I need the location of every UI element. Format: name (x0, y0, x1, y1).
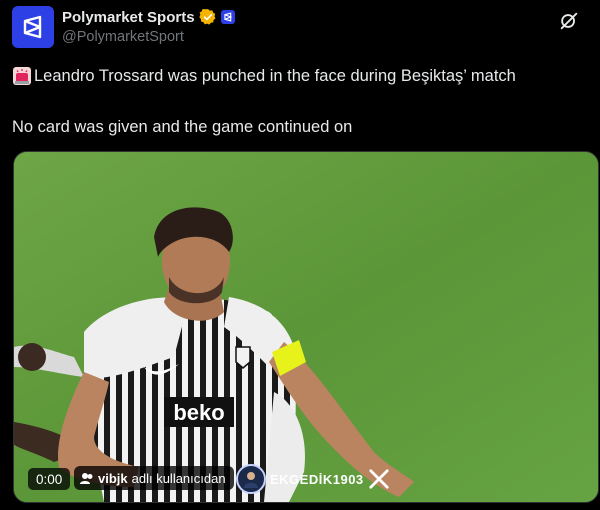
siren-icon (13, 67, 31, 85)
watermark-avatar (236, 464, 266, 494)
credit-suffix: adlı kullanıcıdan (131, 470, 226, 486)
credit-username: vibjk (98, 470, 128, 486)
video-player[interactable]: beko 0:00 vibjk adlı kullanıcıdan EKGEDİ… (13, 151, 599, 503)
video-frame: beko (14, 152, 598, 502)
video-watermark: EKGEDİK1903 (236, 464, 390, 494)
author-name[interactable]: Polymarket Sports (62, 9, 195, 26)
tweet-text-line-1: Leandro Trossard was punched in the face… (12, 66, 516, 86)
tweet-text-line-2: No card was given and the game continued… (12, 118, 353, 136)
name-row: Polymarket Sports (62, 8, 235, 26)
polymarket-logo-icon[interactable] (12, 6, 54, 48)
author-handle[interactable]: @PolymarketSport (62, 29, 184, 45)
grok-icon[interactable] (558, 10, 580, 32)
gold-verified-badge-icon[interactable] (198, 8, 217, 26)
shirt-sponsor-text: beko (173, 400, 224, 425)
video-credit-overlay: vibjk adlı kullanıcıdan (74, 466, 234, 490)
people-icon (80, 473, 93, 484)
video-timestamp: 0:00 (28, 468, 71, 490)
watermark-text: EKGEDİK1903 (270, 471, 364, 487)
x-logo-icon (369, 469, 389, 489)
affiliate-badge-icon[interactable] (220, 10, 235, 24)
tweet-line-1-text: Leandro Trossard was punched in the face… (34, 66, 516, 85)
tweet-header: Polymarket Sports @PolymarketSport (12, 6, 588, 50)
